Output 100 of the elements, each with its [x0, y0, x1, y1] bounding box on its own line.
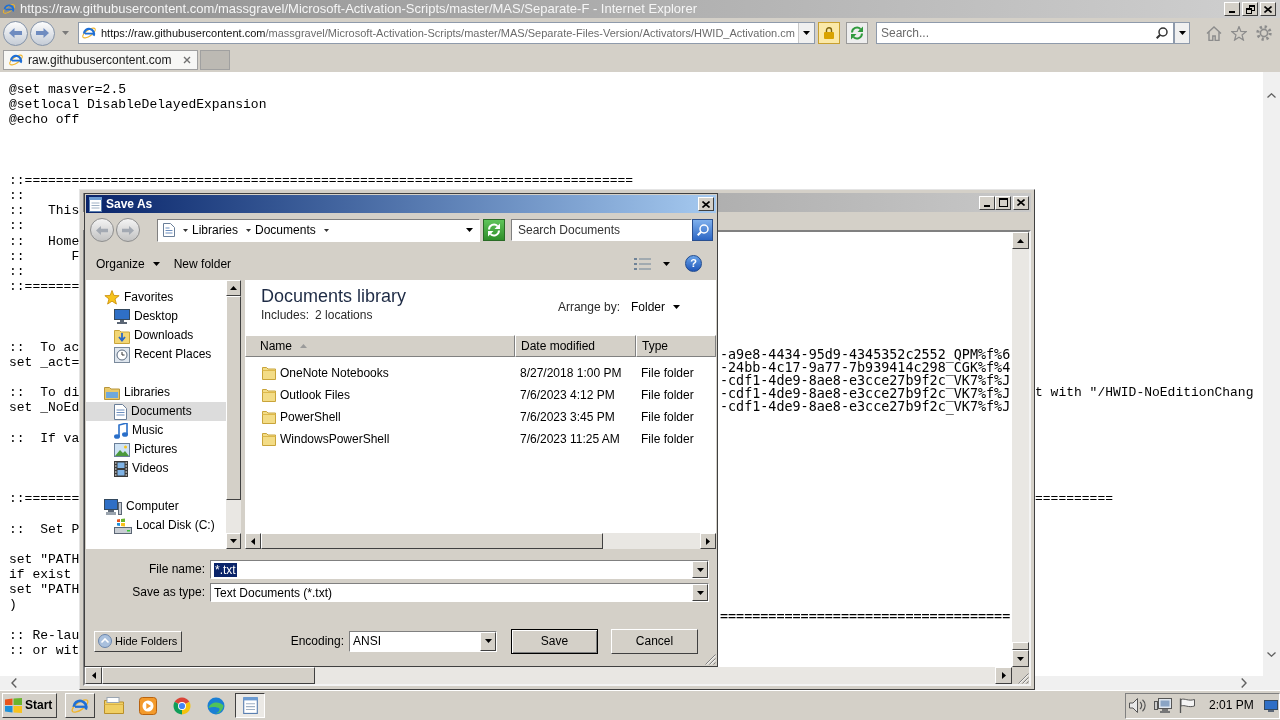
- nav-item[interactable]: Computer: [86, 497, 226, 516]
- code-line: ): [9, 597, 17, 613]
- back-button[interactable]: [90, 218, 114, 242]
- resize-grip-icon[interactable]: [1018, 673, 1029, 684]
- chevron-down-icon[interactable]: [1267, 652, 1276, 657]
- forward-button[interactable]: [116, 218, 140, 242]
- column-header[interactable]: Date modified: [515, 335, 636, 357]
- dialog-button[interactable]: Cancel: [611, 628, 698, 654]
- scrollbar-thumb[interactable]: [226, 296, 241, 500]
- clock[interactable]: 2:01 PM: [1209, 698, 1254, 713]
- back-button[interactable]: [3, 20, 28, 46]
- breadcrumb-bar[interactable]: Libraries Documents: [157, 218, 480, 242]
- notepad-icon: [242, 697, 258, 714]
- nav-item[interactable]: Libraries: [86, 383, 226, 402]
- sort-arrow-icon: [300, 344, 307, 348]
- date-modified: 7/6/2023 4:12 PM: [520, 387, 615, 402]
- nav-item[interactable]: Local Disk (C:): [86, 516, 226, 535]
- nav-item[interactable]: Music: [86, 421, 226, 440]
- file-name-field[interactable]: *.txt: [210, 560, 709, 579]
- file-name[interactable]: Outlook Files: [280, 387, 351, 403]
- scrollbar[interactable]: [1263, 72, 1280, 676]
- dropdown-button[interactable]: [1174, 22, 1190, 44]
- network-icon[interactable]: [1154, 697, 1172, 714]
- column-header[interactable]: Name: [245, 335, 515, 357]
- nav-item[interactable]: Downloads: [86, 326, 226, 345]
- new-folder-button[interactable]: New folder: [168, 252, 237, 275]
- refresh-button[interactable]: [846, 22, 868, 44]
- file-name[interactable]: PowerShell: [280, 409, 341, 425]
- scrollbar-thumb[interactable]: [261, 533, 603, 549]
- scrollbar[interactable]: [1035, 676, 1280, 690]
- minimize-button[interactable]: [1224, 2, 1240, 16]
- scrollbar[interactable]: [245, 533, 716, 549]
- scroll-up-button[interactable]: [1012, 232, 1029, 249]
- scrollbar[interactable]: [85, 667, 1012, 684]
- file-type-select[interactable]: Text Documents (*.txt): [210, 583, 709, 602]
- scrollbar[interactable]: [226, 280, 241, 549]
- flag-icon[interactable]: [1179, 698, 1196, 713]
- close-button[interactable]: [1260, 2, 1276, 16]
- dialog-button[interactable]: Save: [511, 628, 598, 654]
- column-header[interactable]: Type: [636, 335, 716, 357]
- maximize-button[interactable]: [995, 195, 1011, 210]
- scroll-down-button[interactable]: [1012, 650, 1029, 667]
- scroll-down-button[interactable]: [226, 533, 241, 549]
- code-line: @setlocal DisableDelayedExpansion: [9, 97, 267, 113]
- scroll-right-button[interactable]: [700, 533, 716, 549]
- search-button[interactable]: [692, 219, 713, 241]
- nav-item[interactable]: Favorites: [86, 288, 226, 307]
- code-line: :: To ac: [9, 339, 80, 355]
- browser-tab[interactable]: raw.githubusercontent.com: [3, 50, 198, 70]
- file-name[interactable]: WindowsPowerShell: [280, 431, 390, 447]
- close-icon: [702, 200, 710, 208]
- close-button[interactable]: [1013, 195, 1029, 210]
- scrollbar[interactable]: [1012, 232, 1029, 667]
- scrollbar-thumb[interactable]: [1012, 642, 1029, 650]
- hide-folders-button[interactable]: Hide Folders: [94, 630, 183, 652]
- scroll-left-button[interactable]: [245, 533, 261, 549]
- minimize-icon: [1229, 11, 1235, 13]
- nav-item[interactable]: Documents: [86, 402, 226, 421]
- code-line: ::: [9, 188, 25, 204]
- chevron-right-icon[interactable]: [1241, 678, 1247, 688]
- scrollbar[interactable]: [0, 676, 79, 690]
- file-name[interactable]: OneNote Notebooks: [280, 365, 389, 381]
- code-line: ::=======: [9, 491, 80, 507]
- taskbar-button[interactable]: [235, 693, 266, 718]
- refresh-button[interactable]: [483, 219, 505, 241]
- speaker-icon[interactable]: [1129, 698, 1147, 713]
- chevron-left-icon[interactable]: [11, 678, 17, 688]
- scrollbar-thumb[interactable]: [102, 667, 315, 684]
- nav-item[interactable]: Pictures: [86, 440, 226, 459]
- scroll-right-button[interactable]: [995, 667, 1012, 684]
- start-logo-icon: [5, 698, 22, 713]
- close-button[interactable]: [698, 197, 714, 211]
- nav-item[interactable]: Recent Places: [86, 345, 226, 364]
- lock-button[interactable]: [818, 22, 840, 44]
- search-field[interactable]: Search Documents: [511, 219, 692, 241]
- scroll-up-button[interactable]: [226, 280, 241, 296]
- list-view-icon[interactable]: [634, 257, 651, 270]
- minimize-button[interactable]: [979, 195, 995, 210]
- scroll-left-button[interactable]: [85, 667, 102, 684]
- close-icon[interactable]: [183, 56, 191, 64]
- organize-button[interactable]: Organize: [91, 252, 165, 275]
- forward-button[interactable]: [30, 20, 55, 46]
- star-icon[interactable]: [1231, 25, 1247, 41]
- address-bar[interactable]: https://raw.githubusercontent.com/massgravel/Microsoft-Activation-Scripts/master/MAS/Separate-Files-Version/Activators/HWID_Activation.cm: [78, 22, 815, 44]
- dropdown-button[interactable]: [798, 23, 814, 43]
- breadcrumb-item[interactable]: Documents: [255, 222, 316, 238]
- locations-link[interactable]: 2 locations: [315, 308, 373, 323]
- date-modified: 7/6/2023 11:25 AM: [520, 431, 620, 446]
- triangle-up-icon: [230, 286, 237, 290]
- caret-icon: [673, 305, 680, 309]
- arrange-button[interactable]: Folder: [631, 299, 680, 315]
- chevron-up-icon[interactable]: [1267, 93, 1276, 98]
- nav-item[interactable]: Desktop: [86, 307, 226, 326]
- breadcrumb-item[interactable]: Libraries: [192, 222, 239, 238]
- resize-grip-icon[interactable]: [705, 654, 716, 665]
- help-button[interactable]: ?: [685, 255, 702, 272]
- encoding-select[interactable]: ANSI: [349, 630, 497, 652]
- restore-button[interactable]: [1242, 2, 1258, 16]
- start-button[interactable]: Start: [2, 693, 58, 718]
- nav-item[interactable]: Videos: [86, 459, 226, 478]
